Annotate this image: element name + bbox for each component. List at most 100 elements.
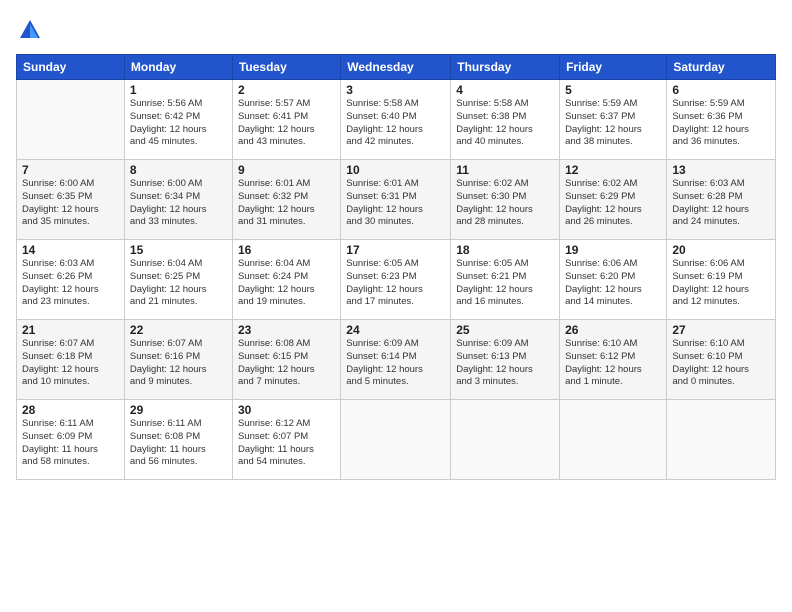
day-number: 13 bbox=[672, 163, 770, 177]
day-detail: Sunrise: 6:07 AMSunset: 6:18 PMDaylight:… bbox=[22, 338, 119, 389]
day-detail: Sunrise: 6:03 AMSunset: 6:26 PMDaylight:… bbox=[22, 258, 119, 309]
day-detail: Sunrise: 6:02 AMSunset: 6:30 PMDaylight:… bbox=[456, 178, 554, 229]
calendar-cell: 1Sunrise: 5:56 AMSunset: 6:42 PMDaylight… bbox=[124, 80, 232, 160]
day-number: 23 bbox=[238, 323, 335, 337]
day-detail: Sunrise: 6:01 AMSunset: 6:31 PMDaylight:… bbox=[346, 178, 445, 229]
calendar-cell bbox=[560, 400, 667, 480]
header-monday: Monday bbox=[124, 55, 232, 80]
calendar-cell: 8Sunrise: 6:00 AMSunset: 6:34 PMDaylight… bbox=[124, 160, 232, 240]
day-detail: Sunrise: 5:56 AMSunset: 6:42 PMDaylight:… bbox=[130, 98, 227, 149]
calendar-cell bbox=[341, 400, 451, 480]
day-detail: Sunrise: 6:08 AMSunset: 6:15 PMDaylight:… bbox=[238, 338, 335, 389]
day-detail: Sunrise: 5:58 AMSunset: 6:38 PMDaylight:… bbox=[456, 98, 554, 149]
calendar-cell: 11Sunrise: 6:02 AMSunset: 6:30 PMDayligh… bbox=[451, 160, 560, 240]
calendar-cell: 19Sunrise: 6:06 AMSunset: 6:20 PMDayligh… bbox=[560, 240, 667, 320]
calendar-cell: 22Sunrise: 6:07 AMSunset: 6:16 PMDayligh… bbox=[124, 320, 232, 400]
day-detail: Sunrise: 6:05 AMSunset: 6:23 PMDaylight:… bbox=[346, 258, 445, 309]
day-number: 11 bbox=[456, 163, 554, 177]
calendar-cell: 14Sunrise: 6:03 AMSunset: 6:26 PMDayligh… bbox=[17, 240, 125, 320]
day-detail: Sunrise: 6:05 AMSunset: 6:21 PMDaylight:… bbox=[456, 258, 554, 309]
day-number: 8 bbox=[130, 163, 227, 177]
day-number: 20 bbox=[672, 243, 770, 257]
day-number: 21 bbox=[22, 323, 119, 337]
day-number: 7 bbox=[22, 163, 119, 177]
calendar-cell: 25Sunrise: 6:09 AMSunset: 6:13 PMDayligh… bbox=[451, 320, 560, 400]
week-row-1: 1Sunrise: 5:56 AMSunset: 6:42 PMDaylight… bbox=[17, 80, 776, 160]
day-detail: Sunrise: 6:00 AMSunset: 6:34 PMDaylight:… bbox=[130, 178, 227, 229]
header-sunday: Sunday bbox=[17, 55, 125, 80]
calendar-cell: 12Sunrise: 6:02 AMSunset: 6:29 PMDayligh… bbox=[560, 160, 667, 240]
day-detail: Sunrise: 6:09 AMSunset: 6:14 PMDaylight:… bbox=[346, 338, 445, 389]
calendar-cell: 4Sunrise: 5:58 AMSunset: 6:38 PMDaylight… bbox=[451, 80, 560, 160]
header-tuesday: Tuesday bbox=[232, 55, 340, 80]
logo bbox=[16, 16, 48, 44]
logo-icon bbox=[16, 16, 44, 44]
day-detail: Sunrise: 6:06 AMSunset: 6:19 PMDaylight:… bbox=[672, 258, 770, 309]
calendar-cell: 7Sunrise: 6:00 AMSunset: 6:35 PMDaylight… bbox=[17, 160, 125, 240]
day-detail: Sunrise: 6:00 AMSunset: 6:35 PMDaylight:… bbox=[22, 178, 119, 229]
calendar-cell: 26Sunrise: 6:10 AMSunset: 6:12 PMDayligh… bbox=[560, 320, 667, 400]
calendar-cell: 23Sunrise: 6:08 AMSunset: 6:15 PMDayligh… bbox=[232, 320, 340, 400]
day-detail: Sunrise: 5:59 AMSunset: 6:36 PMDaylight:… bbox=[672, 98, 770, 149]
calendar-cell: 6Sunrise: 5:59 AMSunset: 6:36 PMDaylight… bbox=[667, 80, 776, 160]
calendar-cell: 29Sunrise: 6:11 AMSunset: 6:08 PMDayligh… bbox=[124, 400, 232, 480]
calendar-cell bbox=[667, 400, 776, 480]
day-number: 3 bbox=[346, 83, 445, 97]
calendar-cell: 16Sunrise: 6:04 AMSunset: 6:24 PMDayligh… bbox=[232, 240, 340, 320]
header-friday: Friday bbox=[560, 55, 667, 80]
calendar-cell: 5Sunrise: 5:59 AMSunset: 6:37 PMDaylight… bbox=[560, 80, 667, 160]
day-detail: Sunrise: 5:58 AMSunset: 6:40 PMDaylight:… bbox=[346, 98, 445, 149]
calendar-header: SundayMondayTuesdayWednesdayThursdayFrid… bbox=[17, 55, 776, 80]
calendar-cell: 27Sunrise: 6:10 AMSunset: 6:10 PMDayligh… bbox=[667, 320, 776, 400]
day-detail: Sunrise: 6:11 AMSunset: 6:08 PMDaylight:… bbox=[130, 418, 227, 469]
day-number: 28 bbox=[22, 403, 119, 417]
day-number: 29 bbox=[130, 403, 227, 417]
calendar-cell: 10Sunrise: 6:01 AMSunset: 6:31 PMDayligh… bbox=[341, 160, 451, 240]
day-number: 30 bbox=[238, 403, 335, 417]
header-thursday: Thursday bbox=[451, 55, 560, 80]
day-number: 10 bbox=[346, 163, 445, 177]
calendar-cell: 24Sunrise: 6:09 AMSunset: 6:14 PMDayligh… bbox=[341, 320, 451, 400]
day-number: 27 bbox=[672, 323, 770, 337]
day-number: 22 bbox=[130, 323, 227, 337]
calendar-cell: 9Sunrise: 6:01 AMSunset: 6:32 PMDaylight… bbox=[232, 160, 340, 240]
day-number: 19 bbox=[565, 243, 661, 257]
day-number: 1 bbox=[130, 83, 227, 97]
day-number: 18 bbox=[456, 243, 554, 257]
calendar-cell: 20Sunrise: 6:06 AMSunset: 6:19 PMDayligh… bbox=[667, 240, 776, 320]
calendar-body: 1Sunrise: 5:56 AMSunset: 6:42 PMDaylight… bbox=[17, 80, 776, 480]
day-detail: Sunrise: 6:12 AMSunset: 6:07 PMDaylight:… bbox=[238, 418, 335, 469]
week-row-5: 28Sunrise: 6:11 AMSunset: 6:09 PMDayligh… bbox=[17, 400, 776, 480]
day-detail: Sunrise: 6:07 AMSunset: 6:16 PMDaylight:… bbox=[130, 338, 227, 389]
day-detail: Sunrise: 6:09 AMSunset: 6:13 PMDaylight:… bbox=[456, 338, 554, 389]
calendar-cell: 18Sunrise: 6:05 AMSunset: 6:21 PMDayligh… bbox=[451, 240, 560, 320]
day-number: 24 bbox=[346, 323, 445, 337]
header-saturday: Saturday bbox=[667, 55, 776, 80]
day-detail: Sunrise: 6:06 AMSunset: 6:20 PMDaylight:… bbox=[565, 258, 661, 309]
day-detail: Sunrise: 6:04 AMSunset: 6:25 PMDaylight:… bbox=[130, 258, 227, 309]
calendar-cell: 30Sunrise: 6:12 AMSunset: 6:07 PMDayligh… bbox=[232, 400, 340, 480]
page-container: SundayMondayTuesdayWednesdayThursdayFrid… bbox=[0, 0, 792, 612]
day-number: 25 bbox=[456, 323, 554, 337]
day-detail: Sunrise: 6:10 AMSunset: 6:12 PMDaylight:… bbox=[565, 338, 661, 389]
calendar-cell bbox=[451, 400, 560, 480]
calendar-cell: 28Sunrise: 6:11 AMSunset: 6:09 PMDayligh… bbox=[17, 400, 125, 480]
day-number: 17 bbox=[346, 243, 445, 257]
calendar-table: SundayMondayTuesdayWednesdayThursdayFrid… bbox=[16, 54, 776, 480]
header bbox=[16, 16, 776, 44]
day-detail: Sunrise: 6:01 AMSunset: 6:32 PMDaylight:… bbox=[238, 178, 335, 229]
day-detail: Sunrise: 5:57 AMSunset: 6:41 PMDaylight:… bbox=[238, 98, 335, 149]
calendar-cell bbox=[17, 80, 125, 160]
day-detail: Sunrise: 5:59 AMSunset: 6:37 PMDaylight:… bbox=[565, 98, 661, 149]
day-number: 2 bbox=[238, 83, 335, 97]
day-number: 26 bbox=[565, 323, 661, 337]
day-number: 6 bbox=[672, 83, 770, 97]
calendar-cell: 13Sunrise: 6:03 AMSunset: 6:28 PMDayligh… bbox=[667, 160, 776, 240]
day-number: 4 bbox=[456, 83, 554, 97]
calendar-cell: 21Sunrise: 6:07 AMSunset: 6:18 PMDayligh… bbox=[17, 320, 125, 400]
day-detail: Sunrise: 6:03 AMSunset: 6:28 PMDaylight:… bbox=[672, 178, 770, 229]
calendar-cell: 17Sunrise: 6:05 AMSunset: 6:23 PMDayligh… bbox=[341, 240, 451, 320]
day-number: 9 bbox=[238, 163, 335, 177]
day-number: 14 bbox=[22, 243, 119, 257]
day-number: 12 bbox=[565, 163, 661, 177]
